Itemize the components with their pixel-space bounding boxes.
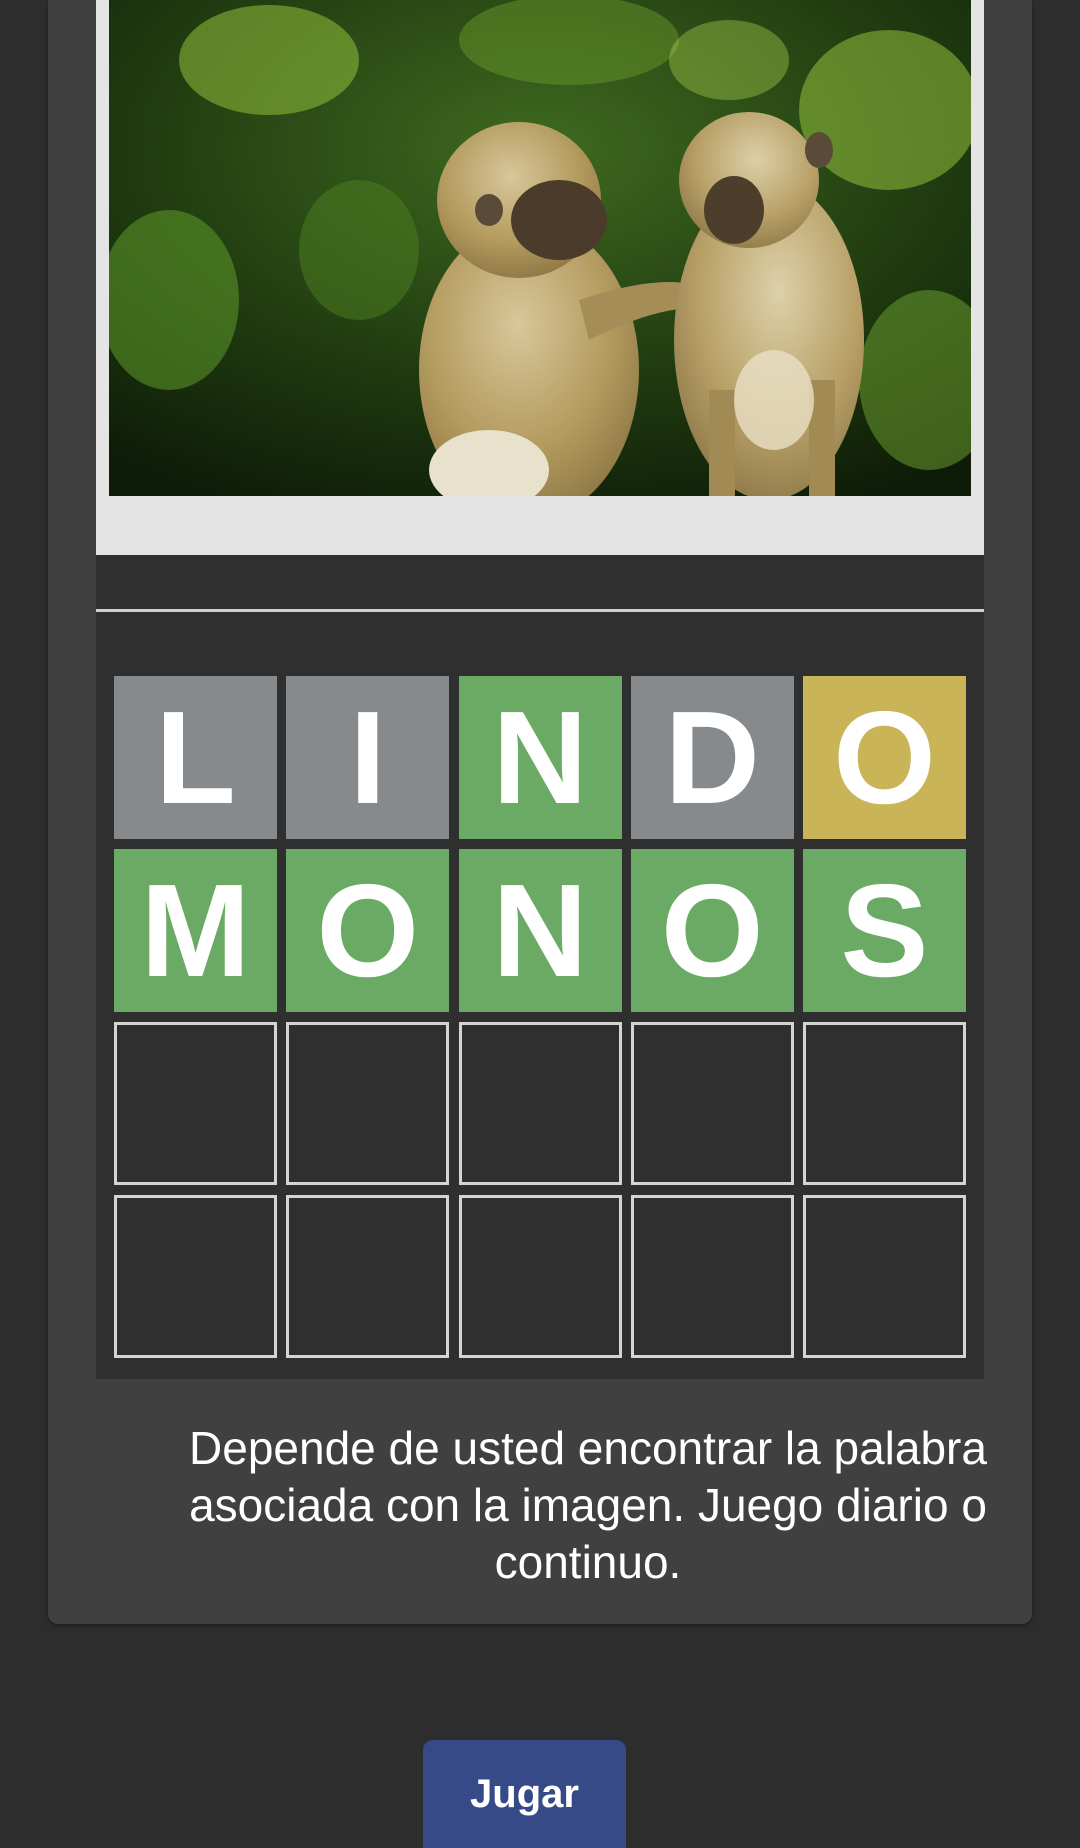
letter-tile: O — [286, 849, 450, 1012]
empty-tile — [286, 1195, 450, 1358]
letter-tile: O — [630, 849, 794, 1012]
game-card: LINDOMONOS Depende de usted encontrar la… — [48, 0, 1032, 1624]
empty-tile — [114, 1022, 277, 1185]
game-description: Depende de usted encontrar la palabra as… — [189, 1422, 987, 1588]
letter-tile: L — [114, 676, 277, 839]
letter-tile: N — [458, 849, 622, 1012]
monkeys-photo — [109, 0, 971, 496]
letter-tile: S — [803, 849, 966, 1012]
empty-tile — [803, 1195, 966, 1358]
board-panel: LINDOMONOS — [96, 555, 984, 1379]
play-button[interactable]: Jugar — [423, 1740, 626, 1848]
divider — [96, 609, 984, 612]
empty-tile — [458, 1022, 622, 1185]
letter-tile: O — [803, 676, 966, 839]
letter-grid: LINDOMONOS — [114, 676, 966, 1358]
letter-tile: N — [458, 676, 622, 839]
empty-tile — [630, 1022, 794, 1185]
letter-tile: I — [286, 676, 450, 839]
empty-tile — [803, 1022, 966, 1185]
empty-tile — [114, 1195, 277, 1358]
page: LINDOMONOS Depende de usted encontrar la… — [0, 0, 1080, 1848]
empty-tile — [286, 1022, 450, 1185]
empty-tile — [458, 1195, 622, 1358]
letter-tile: M — [114, 849, 277, 1012]
letter-tile: D — [630, 676, 794, 839]
empty-tile — [630, 1195, 794, 1358]
image-frame — [96, 0, 984, 555]
